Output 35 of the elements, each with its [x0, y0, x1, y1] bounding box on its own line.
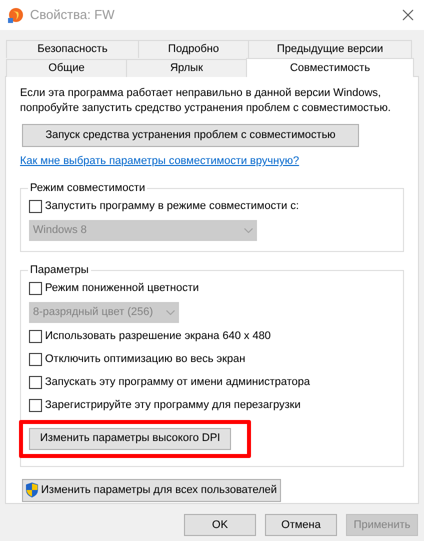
checkbox-label: Отключить оптимизацию во весь экран	[45, 352, 246, 367]
checkbox[interactable]	[29, 330, 42, 342]
dropdown-value: 8-разрядный цвет (256)	[33, 304, 154, 320]
chevron-icon	[166, 310, 175, 314]
checkbox-label: Запускать эту программу от имени администратора	[45, 374, 310, 390]
checkbox[interactable]	[29, 282, 42, 294]
dialog-button[interactable]: OK	[184, 514, 256, 536]
shield-icon	[25, 482, 39, 498]
close-icon[interactable]	[402, 9, 414, 21]
tab[interactable]: Ярлык	[126, 59, 247, 77]
tab[interactable]: Совместимость	[246, 58, 414, 77]
checkbox[interactable]	[29, 398, 42, 412]
tab[interactable]: Предыдущие версии	[248, 40, 412, 58]
intro-text: Если эта программа работает неправильно в данной версии Windows, попробуйте запустить средство устранения проблем с совместимостью.	[19, 86, 392, 116]
troubleshooter-button[interactable]: Запуск средства устранения проблем с совместимостью	[22, 124, 359, 147]
app-icon	[7, 6, 24, 24]
checkbox-label: Зарегистрируйте эту программу для перезагрузки	[45, 398, 301, 413]
all-users-button[interactable]: Изменить параметры для всех пользователей	[22, 478, 281, 502]
chevron-icon	[244, 228, 253, 232]
checkbox[interactable]	[29, 352, 42, 366]
button-label: Изменить параметры для всех пользователей	[41, 482, 277, 498]
group-title: Режим совместимости	[28, 180, 148, 194]
help-link[interactable]: Как мне выбрать параметры совместимости вручную?	[20, 155, 300, 167]
window-title: Свойства: FW	[30, 6, 116, 24]
group-title: Параметры	[28, 262, 91, 276]
dpi-button[interactable]: Изменить параметры высокого DPI	[29, 428, 232, 450]
tab[interactable]: Общие	[6, 59, 127, 77]
checkbox-label: Запустить программу в режиме совместимости с:	[45, 198, 299, 214]
checkbox[interactable]	[29, 376, 42, 388]
tab[interactable]: Безопасность	[6, 40, 139, 58]
checkbox-label: Режим пониженной цветности	[45, 280, 199, 296]
checkbox-label: Использовать разрешение экрана 640 x 480	[45, 328, 271, 344]
checkbox[interactable]	[29, 200, 42, 212]
dropdown-value: Windows 8	[33, 222, 87, 238]
dialog-button[interactable]: Отмена	[265, 514, 337, 536]
